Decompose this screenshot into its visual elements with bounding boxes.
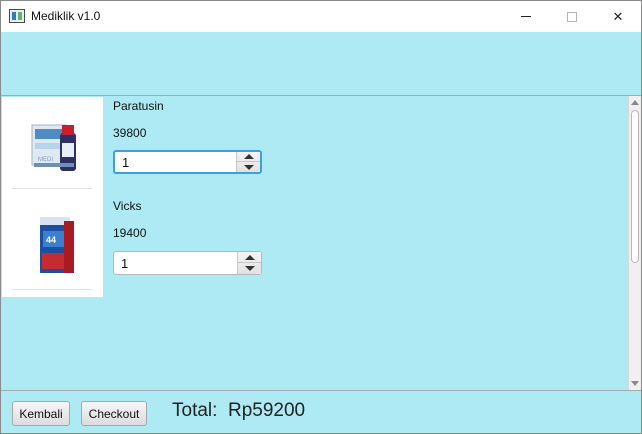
app-icon bbox=[9, 9, 25, 23]
maximize-button[interactable] bbox=[549, 1, 595, 32]
total-display: Total: Rp59200 bbox=[172, 400, 305, 422]
medicine-bottle-icon: MEDI bbox=[2, 97, 103, 197]
back-button[interactable]: Kembali bbox=[12, 401, 70, 426]
scroll-down-icon[interactable] bbox=[631, 381, 639, 386]
main-content: MEDI Paratusin 39800 1 44 Vicks 19400 1 … bbox=[1, 32, 641, 433]
quantity-stepper[interactable] bbox=[113, 251, 262, 275]
stepper-buttons bbox=[237, 252, 261, 274]
product-image-vicks: 44 bbox=[2, 197, 103, 297]
arrow-down-icon bbox=[244, 266, 255, 271]
product-list[interactable]: MEDI Paratusin 39800 1 44 Vicks 19400 1 bbox=[1, 95, 641, 391]
product-name: Paratusin bbox=[113, 99, 164, 113]
minimize-icon bbox=[521, 16, 531, 17]
vertical-scrollbar[interactable] bbox=[628, 96, 641, 390]
stepper-buttons bbox=[236, 152, 260, 172]
decrement-button[interactable] bbox=[237, 162, 260, 172]
close-button[interactable]: ✕ bbox=[595, 1, 641, 32]
increment-button[interactable] bbox=[237, 152, 260, 162]
close-icon: ✕ bbox=[612, 8, 624, 24]
decrement-button[interactable] bbox=[238, 263, 261, 274]
total-value: Rp59200 bbox=[227, 400, 306, 421]
quantity-input[interactable] bbox=[114, 252, 238, 274]
svg-text:MEDI: MEDI bbox=[38, 157, 53, 163]
app-window: Mediklik v1.0 ✕ MEDI Paratusin 39800 1 4… bbox=[0, 0, 642, 434]
total-label: Total: bbox=[172, 400, 218, 421]
arrow-up-icon bbox=[244, 254, 255, 260]
product-name: Vicks bbox=[113, 199, 142, 213]
scroll-thumb[interactable] bbox=[631, 110, 639, 263]
product-image-paratusin: MEDI bbox=[2, 97, 103, 197]
arrow-up-icon bbox=[243, 154, 254, 159]
checkout-button[interactable]: Checkout bbox=[81, 401, 147, 426]
medicine-box-icon: 44 bbox=[2, 197, 103, 297]
increment-button[interactable] bbox=[238, 252, 261, 263]
maximize-icon bbox=[567, 11, 577, 22]
arrow-down-icon bbox=[243, 164, 254, 170]
product-price: 39800 bbox=[113, 126, 147, 140]
window-title: Mediklik v1.0 bbox=[31, 9, 101, 23]
title-bar[interactable]: Mediklik v1.0 ✕ bbox=[1, 1, 641, 32]
minimize-button[interactable] bbox=[503, 1, 549, 32]
quantity-input[interactable] bbox=[115, 152, 239, 172]
svg-text:44: 44 bbox=[46, 235, 56, 245]
quantity-stepper[interactable] bbox=[113, 150, 262, 174]
product-price: 19400 bbox=[113, 226, 147, 240]
scroll-up-icon[interactable] bbox=[631, 100, 639, 105]
